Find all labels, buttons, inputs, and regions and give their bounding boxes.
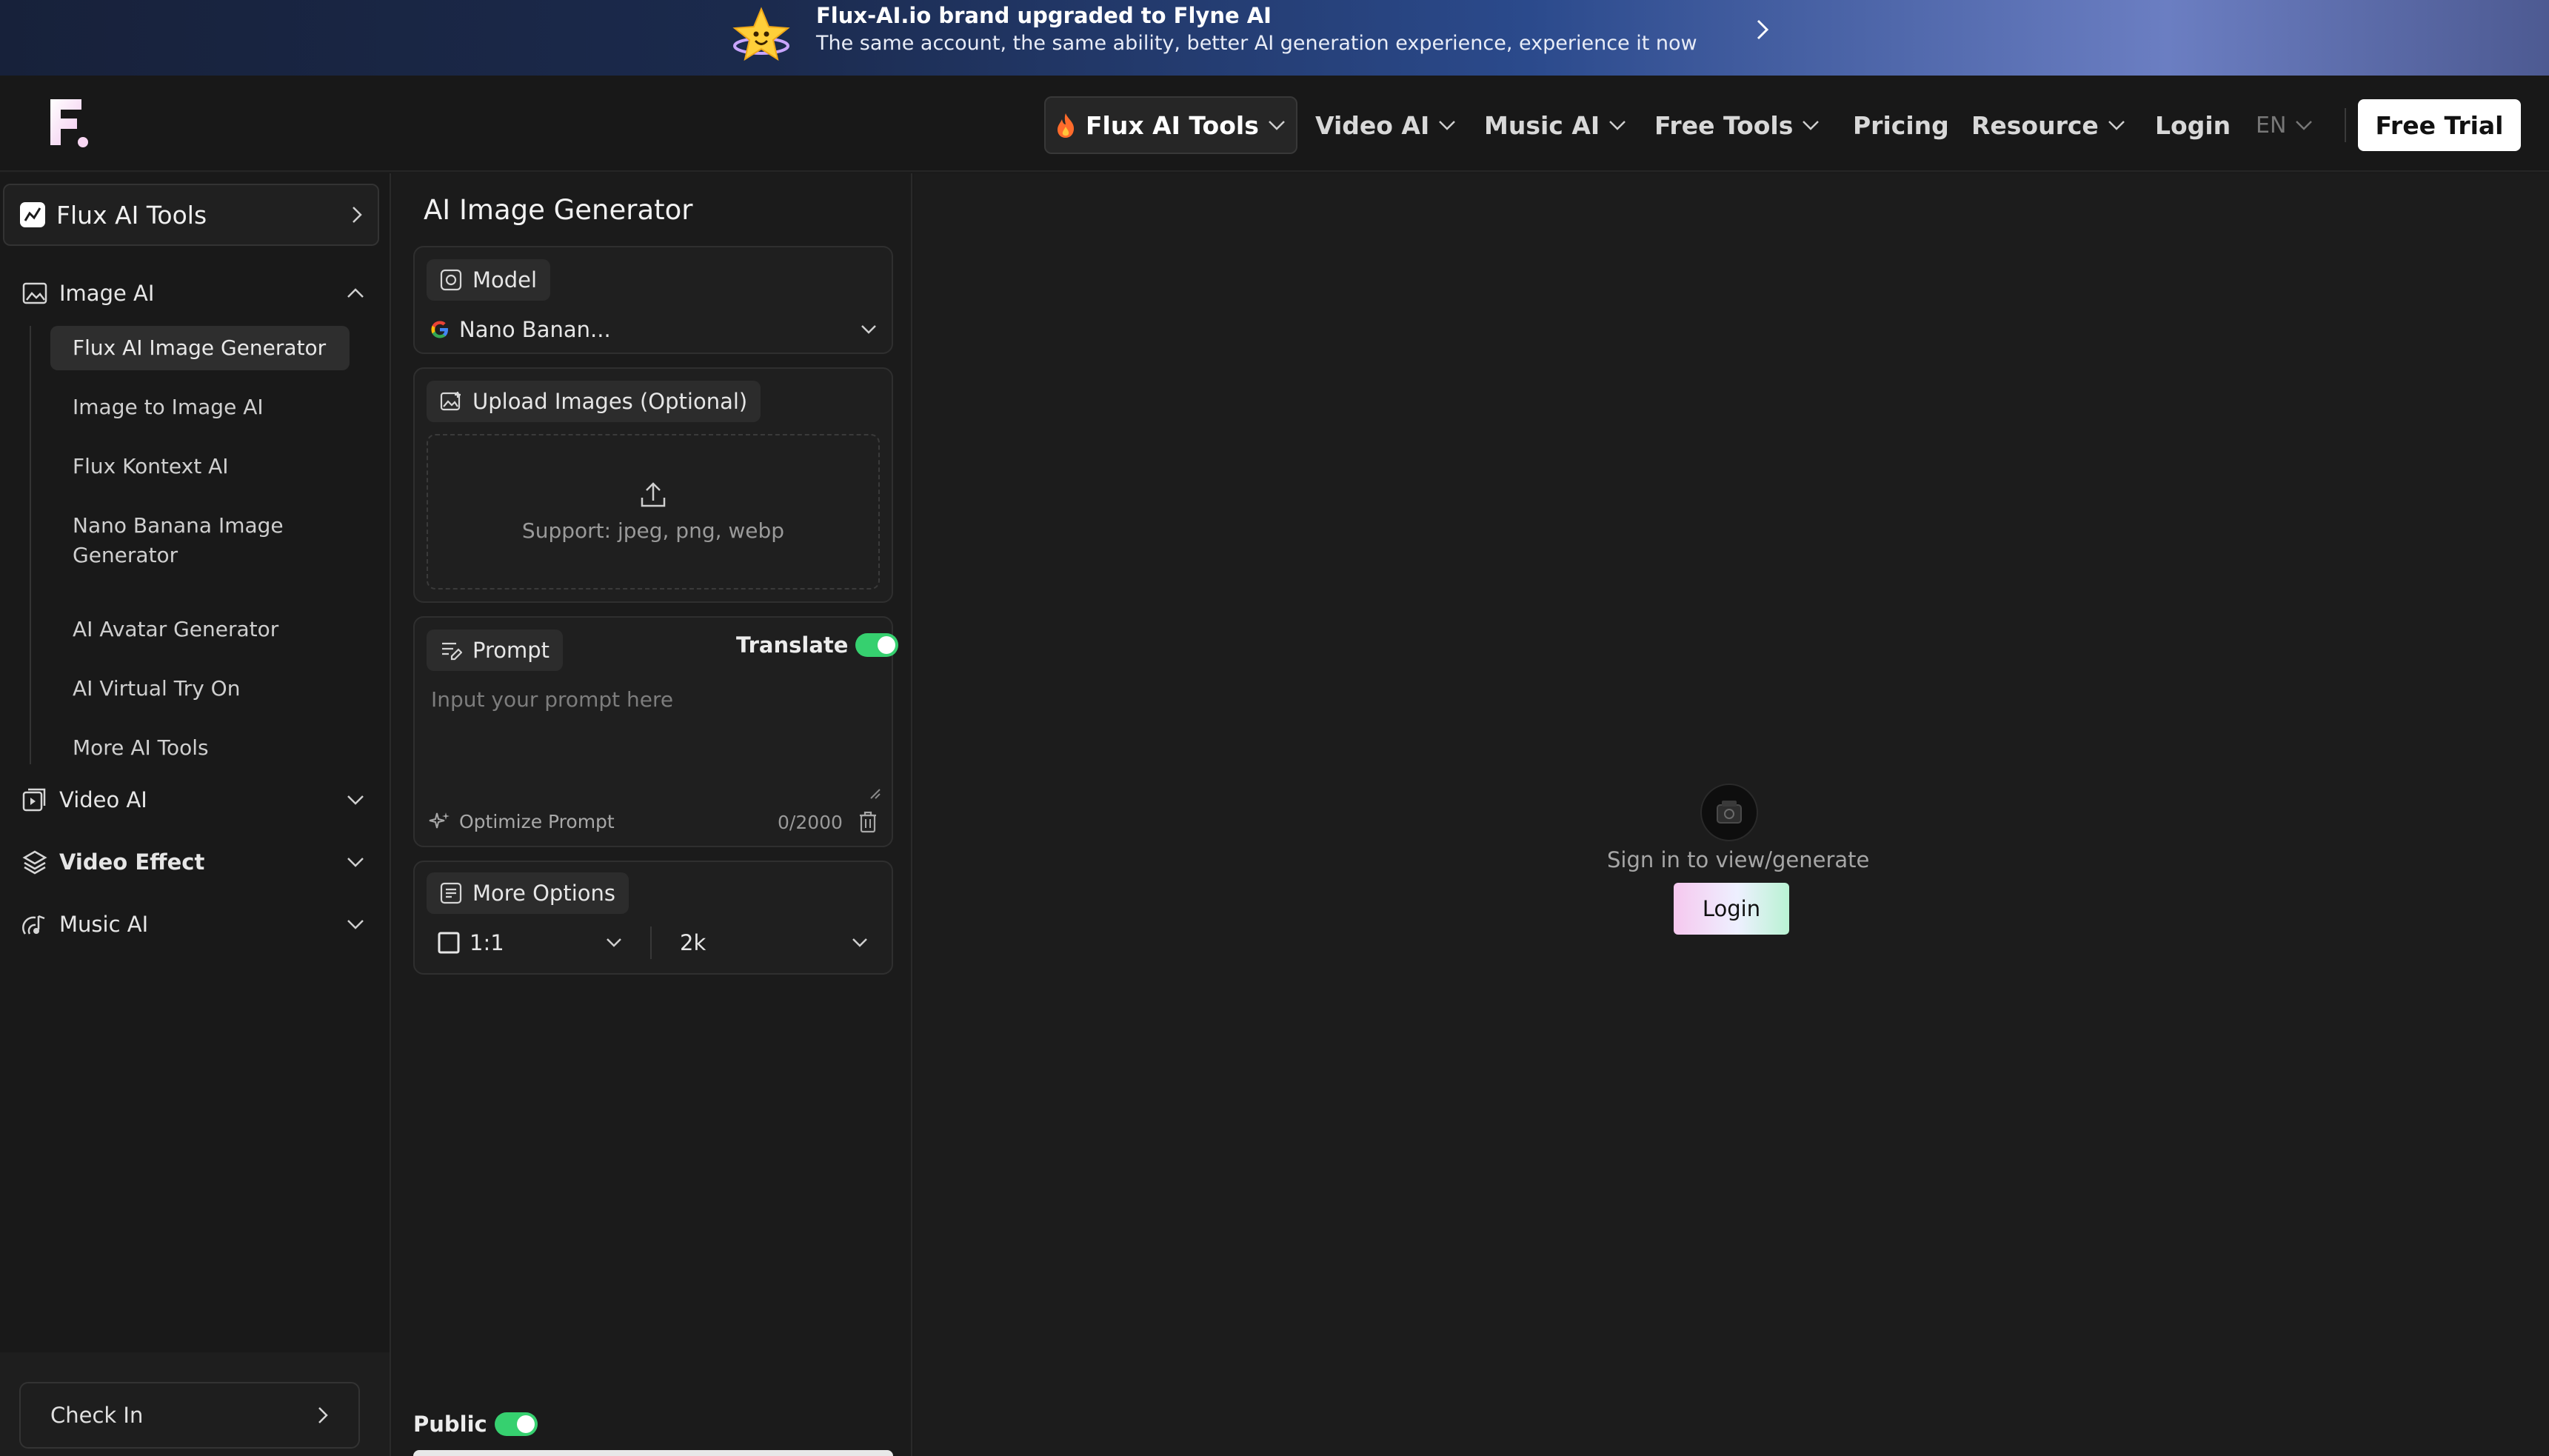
google-icon bbox=[431, 321, 448, 338]
sidebar-tree-line bbox=[30, 326, 31, 764]
header-divider bbox=[2345, 108, 2346, 142]
page-title: AI Image Generator bbox=[424, 194, 693, 226]
options-row: 1:1 2k bbox=[437, 926, 881, 960]
image-icon bbox=[22, 282, 47, 304]
sidebar-group-video-ai[interactable]: Video AI bbox=[22, 778, 364, 822]
sidebar-item-more-ai-tools[interactable]: More AI Tools bbox=[50, 726, 350, 770]
chevron-down-icon bbox=[347, 795, 364, 805]
nav-free-tools[interactable]: Free Tools bbox=[1654, 96, 1820, 154]
flux-logo-icon[interactable] bbox=[44, 96, 92, 151]
image-upload-icon bbox=[440, 392, 461, 411]
chevron-down-icon bbox=[607, 938, 621, 947]
check-in-button[interactable]: Check In bbox=[19, 1382, 360, 1449]
sidebar-flux-ai-tools[interactable]: Flux AI Tools bbox=[3, 184, 379, 246]
prompt-label: Prompt bbox=[427, 630, 564, 671]
nav-video-ai[interactable]: Video AI bbox=[1315, 96, 1456, 154]
chevron-down-icon bbox=[1609, 121, 1626, 130]
chevron-down-icon bbox=[347, 858, 364, 867]
video-icon bbox=[22, 788, 46, 812]
nav-resource[interactable]: Resource bbox=[1971, 96, 2125, 154]
chevron-up-icon bbox=[347, 288, 364, 298]
chevron-right-icon bbox=[318, 1407, 328, 1423]
upload-dropzone[interactable]: Support: jpeg, png, webp bbox=[427, 434, 880, 590]
model-label: Model bbox=[427, 259, 551, 301]
chevron-down-icon bbox=[2108, 121, 2125, 130]
empty-gallery-icon bbox=[1700, 784, 1758, 841]
sidebar-item-nano-banana-image-generator[interactable]: Nano Banana Image Generator bbox=[50, 504, 350, 578]
language-selector[interactable]: EN bbox=[2256, 96, 2313, 154]
sidebar-item-ai-virtual-try-on[interactable]: AI Virtual Try On bbox=[50, 667, 350, 711]
nav-login[interactable]: Login bbox=[2155, 96, 2231, 154]
chevron-down-icon bbox=[861, 325, 876, 334]
upload-icon bbox=[641, 481, 666, 507]
login-button[interactable]: Login bbox=[1674, 883, 1789, 935]
sidebar-item-flux-ai-image-generator[interactable]: Flux AI Image Generator bbox=[50, 326, 350, 370]
public-toggle-group: Public bbox=[413, 1412, 538, 1437]
star-mascot-icon bbox=[730, 4, 792, 67]
sidebar-item-image-to-image-ai[interactable]: Image to Image AI bbox=[50, 385, 350, 430]
resolution-select[interactable]: 2k bbox=[680, 930, 868, 955]
sidebar-item-flux-kontext-ai[interactable]: Flux Kontext AI bbox=[50, 444, 350, 489]
trash-icon[interactable] bbox=[858, 810, 878, 834]
fire-icon bbox=[1058, 113, 1075, 138]
optimize-prompt-button[interactable]: Optimize Prompt bbox=[428, 810, 615, 832]
chevron-down-icon bbox=[1439, 121, 1456, 130]
music-icon bbox=[22, 915, 45, 935]
layers-icon bbox=[22, 850, 47, 875]
chevron-down-icon bbox=[1268, 121, 1285, 130]
sidebar-group-video-effect[interactable]: Video Effect bbox=[22, 840, 364, 884]
options-icon bbox=[440, 882, 462, 904]
chart-app-icon bbox=[20, 202, 45, 227]
nav-flux-ai-tools[interactable]: Flux AI Tools bbox=[1044, 96, 1297, 154]
sparkle-icon bbox=[429, 812, 450, 829]
sign-in-message: Sign in to view/generate bbox=[1607, 847, 1870, 872]
public-toggle[interactable] bbox=[494, 1412, 538, 1436]
model-icon bbox=[440, 269, 462, 291]
banner-subline: The same account, the same ability, bett… bbox=[816, 32, 1697, 55]
nav-music-ai[interactable]: Music AI bbox=[1484, 96, 1626, 154]
square-ratio-icon bbox=[438, 932, 460, 954]
sidebar-item-ai-avatar-generator[interactable]: AI Avatar Generator bbox=[50, 607, 350, 652]
chevron-right-icon[interactable] bbox=[1754, 15, 1771, 44]
aspect-ratio-select[interactable]: 1:1 bbox=[437, 930, 622, 955]
edit-prompt-icon bbox=[442, 642, 462, 661]
chevron-down-icon bbox=[1803, 121, 1820, 130]
resize-handle-icon[interactable] bbox=[868, 787, 881, 800]
chevron-down-icon bbox=[347, 920, 364, 929]
model-select[interactable]: Nano Banan... bbox=[430, 311, 877, 348]
generate-button[interactable] bbox=[413, 1450, 893, 1456]
free-trial-button[interactable]: Free Trial bbox=[2358, 99, 2521, 151]
options-divider bbox=[650, 926, 652, 959]
sidebar-group-image-ai[interactable]: Image AI bbox=[22, 271, 364, 315]
prompt-input[interactable] bbox=[427, 683, 880, 800]
more-options-label: More Options bbox=[427, 872, 629, 914]
upload-label: Upload Images (Optional) bbox=[427, 381, 761, 422]
nav-pricing[interactable]: Pricing bbox=[1853, 96, 1949, 154]
translate-toggle-group: Translate bbox=[736, 632, 899, 658]
chevron-down-icon bbox=[2296, 121, 2313, 130]
prompt-char-counter: 0/2000 bbox=[778, 812, 843, 833]
translate-toggle[interactable] bbox=[855, 633, 899, 657]
chevron-right-icon bbox=[353, 207, 362, 223]
chevron-down-icon bbox=[852, 938, 867, 947]
banner-headline: Flux-AI.io brand upgraded to Flyne AI bbox=[816, 3, 1272, 28]
sidebar-group-music-ai[interactable]: Music AI bbox=[22, 902, 364, 946]
